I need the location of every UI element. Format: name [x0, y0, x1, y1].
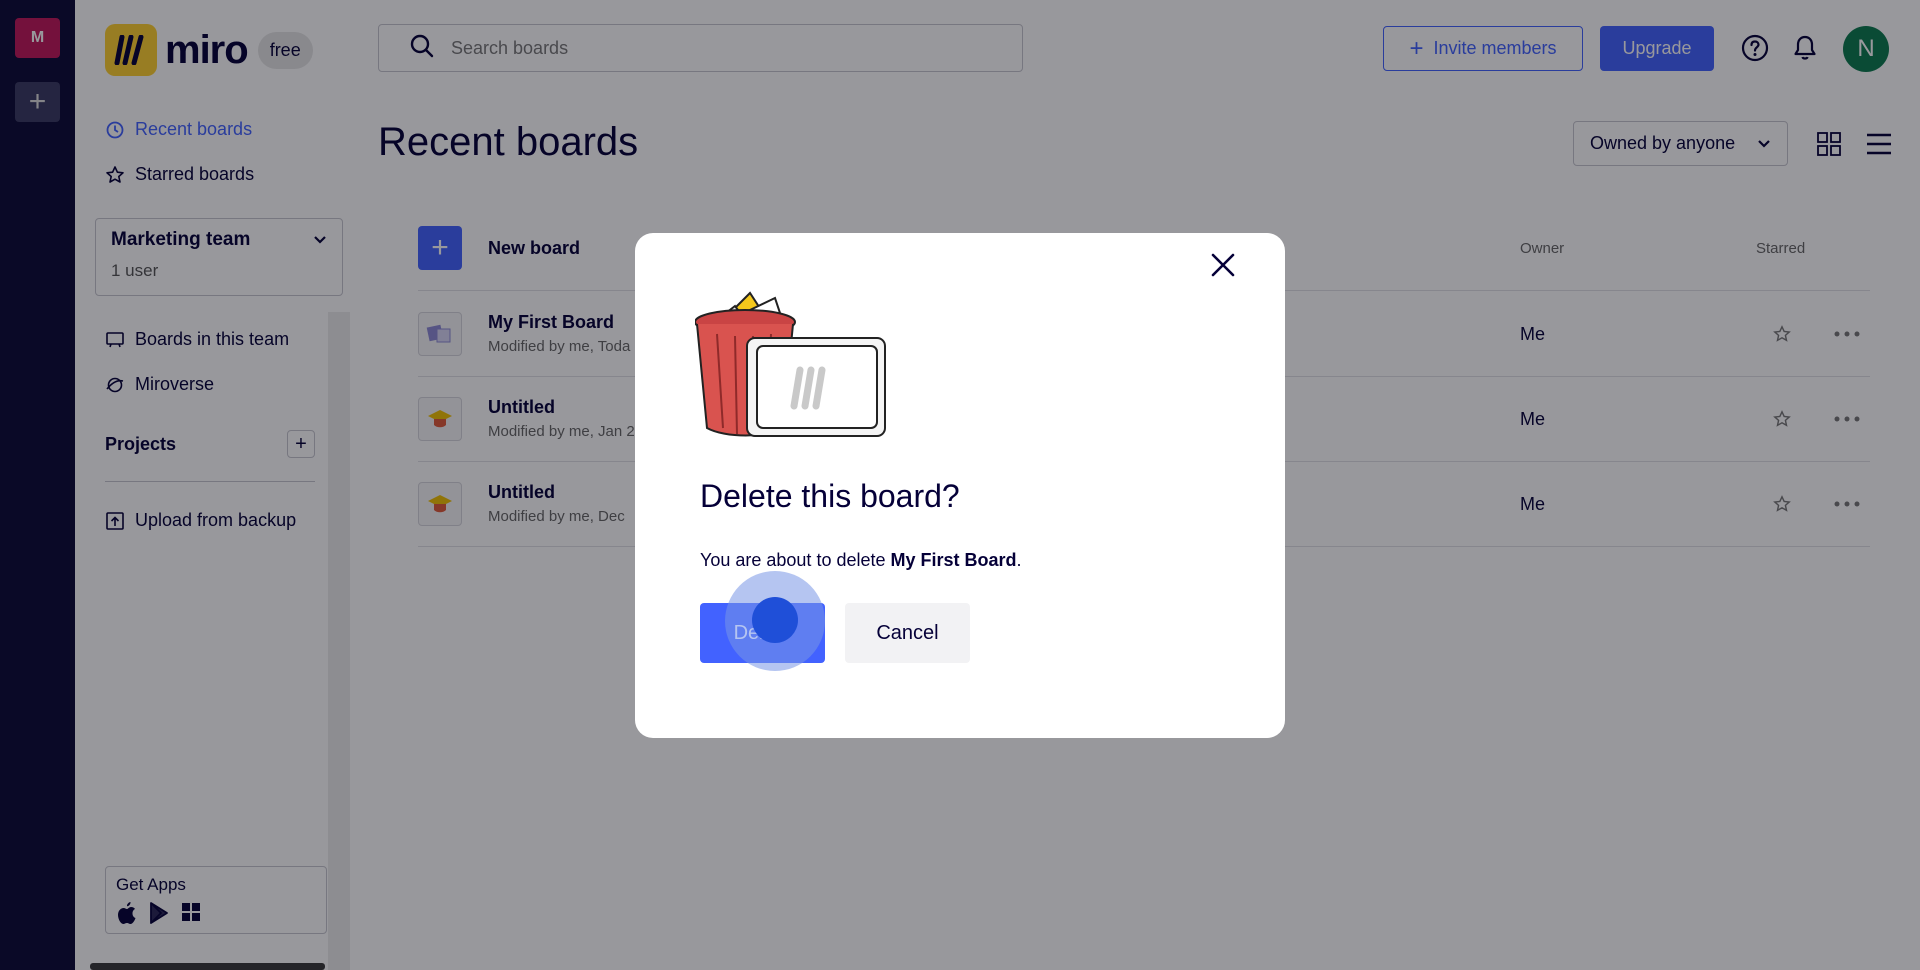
- delete-button[interactable]: Delete: [700, 603, 825, 663]
- dialog-title: Delete this board?: [700, 478, 960, 514]
- close-icon[interactable]: [1205, 247, 1241, 283]
- trash-board-illustration: [694, 288, 895, 438]
- dialog-board-name: My First Board: [890, 550, 1017, 570]
- dialog-message-prefix: You are about to delete: [700, 550, 891, 570]
- cancel-button[interactable]: Cancel: [845, 603, 970, 663]
- dialog-message-suffix: .: [1016, 550, 1022, 570]
- dialog-message: You are about to delete My First Board.: [700, 550, 1022, 571]
- delete-board-dialog: Delete this board? You are about to dele…: [635, 233, 1285, 738]
